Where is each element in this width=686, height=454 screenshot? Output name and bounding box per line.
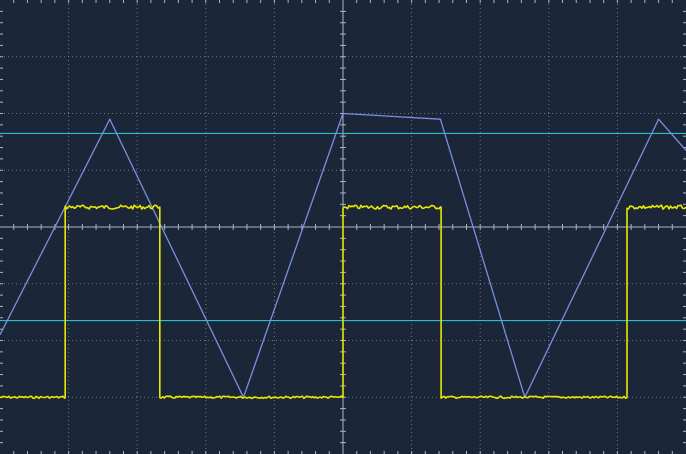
waveform-display <box>0 0 686 454</box>
oscilloscope-screen <box>0 0 686 454</box>
